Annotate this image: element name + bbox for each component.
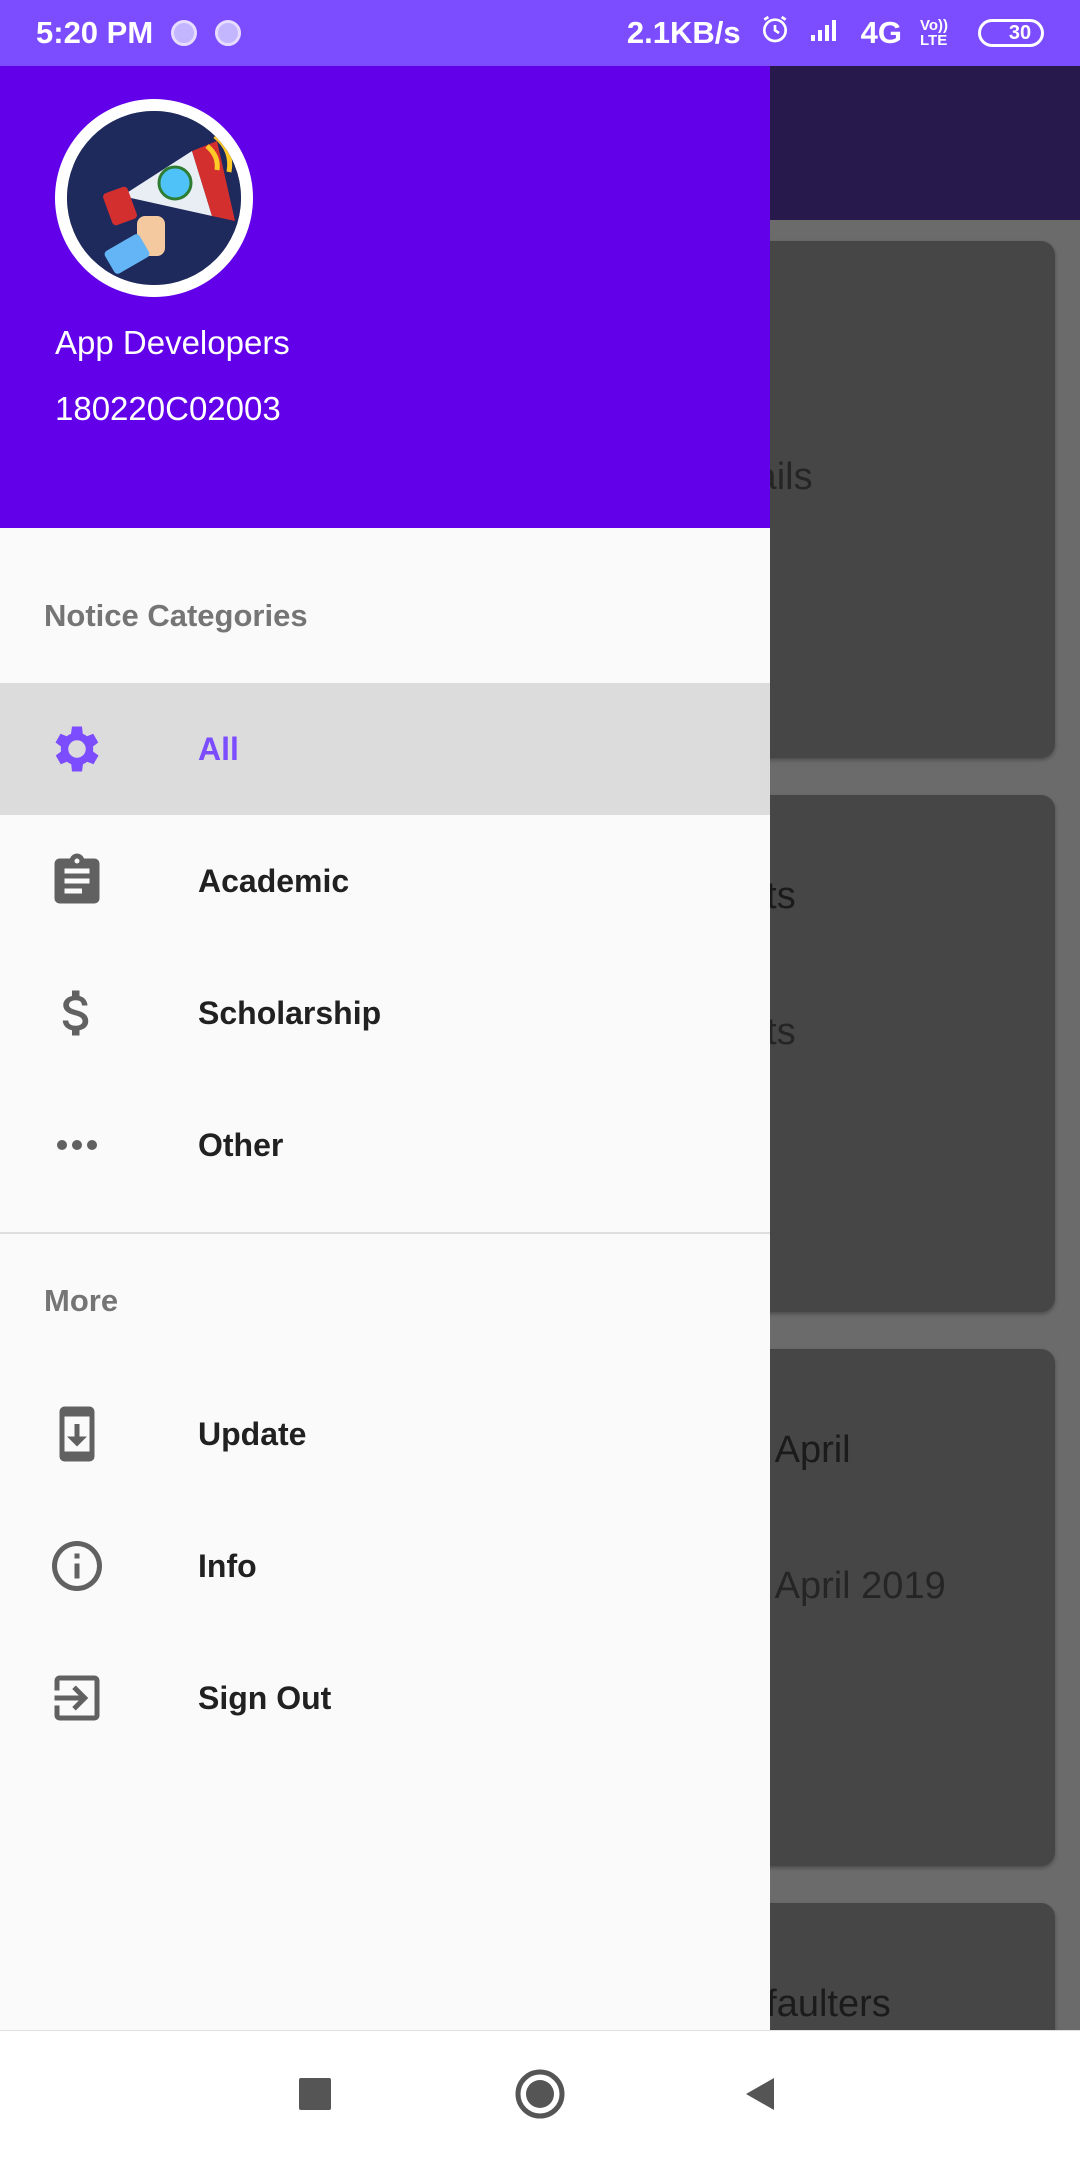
home-button[interactable] <box>480 2031 600 2161</box>
battery-icon: 30 <box>978 19 1044 47</box>
menu-item-label: Academic <box>198 862 350 899</box>
menu-item-other[interactable]: Other <box>0 1079 770 1211</box>
exit-icon <box>44 1665 110 1731</box>
info-icon <box>44 1533 110 1599</box>
section-title-notice-categories: Notice Categories <box>44 598 308 633</box>
menu-item-scholarship[interactable]: Scholarship <box>0 947 770 1079</box>
navigation-drawer: App Developers 180220C02003 Notice Categ… <box>0 66 770 2030</box>
gear-icon <box>44 716 110 782</box>
menu-item-sign-out[interactable]: Sign Out <box>0 1632 770 1764</box>
network-type: 4G <box>860 15 902 50</box>
battery-level: 30 <box>1008 21 1032 44</box>
section-title-more: More <box>44 1283 119 1318</box>
square-icon <box>297 2076 333 2117</box>
back-button[interactable] <box>700 2031 820 2161</box>
triangle-back-icon <box>740 2074 780 2119</box>
circle-icon <box>514 2068 566 2125</box>
menu-item-label: All <box>198 730 239 767</box>
status-left: 5:20 PM <box>36 15 242 51</box>
drawer-header: App Developers 180220C02003 <box>0 66 770 528</box>
clipboard-icon <box>44 848 110 914</box>
menu-item-label: Sign Out <box>198 1679 332 1716</box>
notification-icon <box>171 20 198 46</box>
more-horiz-icon <box>44 1112 110 1178</box>
phone-download-icon <box>44 1401 110 1467</box>
menu-item-label: Info <box>198 1547 257 1584</box>
network-speed: 2.1KB/s <box>626 15 741 50</box>
status-right: 2.1KB/s 4G Vo)) LTE 30 <box>627 13 1044 53</box>
menu-item-academic[interactable]: Academic <box>0 815 770 947</box>
megaphone-logo <box>67 111 241 285</box>
system-nav-bar <box>0 2030 1080 2161</box>
user-id: 180220C02003 <box>55 390 281 427</box>
signal-icon <box>809 15 843 51</box>
user-name: App Developers <box>55 324 290 361</box>
notification-icon <box>215 20 242 46</box>
menu-item-label: Scholarship <box>198 994 382 1031</box>
menu-item-label: Update <box>198 1415 307 1452</box>
alarm-icon <box>759 13 791 53</box>
menu-item-all[interactable]: All <box>0 683 770 815</box>
status-time: 5:20 PM <box>36 15 154 50</box>
avatar[interactable] <box>55 99 253 297</box>
volte-label: Vo)) LTE <box>920 17 949 49</box>
dollar-icon <box>44 980 110 1046</box>
divider <box>0 1232 770 1234</box>
recents-button[interactable] <box>255 2031 375 2161</box>
status-bar: 5:20 PM 2.1KB/s 4G Vo)) LTE 30 <box>0 0 1080 66</box>
menu-item-info[interactable]: Info <box>0 1500 770 1632</box>
menu-item-label: Other <box>198 1126 284 1163</box>
menu-item-update[interactable]: Update <box>0 1368 770 1500</box>
